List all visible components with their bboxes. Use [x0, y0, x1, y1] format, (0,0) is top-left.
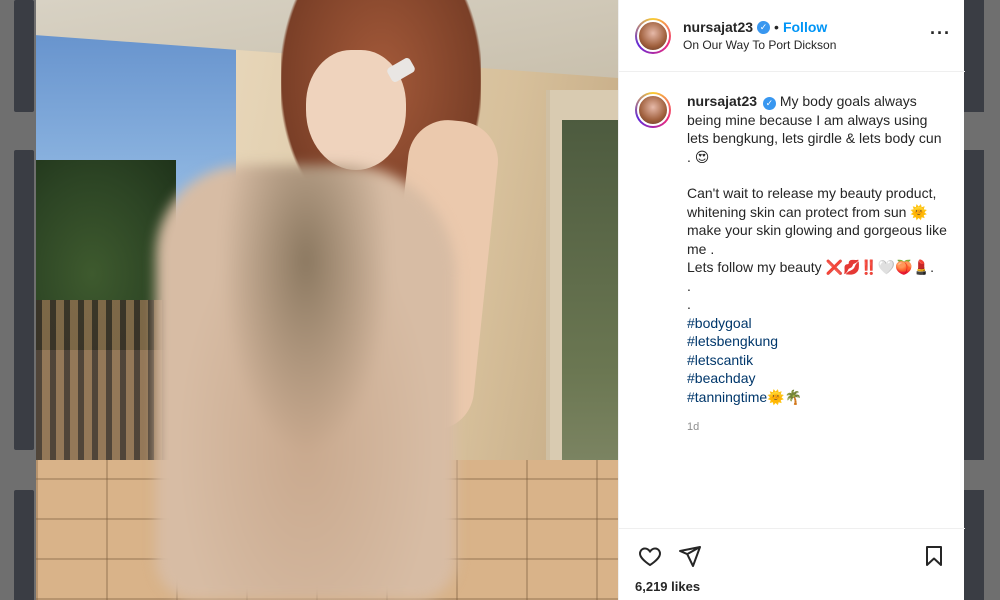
avatar-image — [637, 19, 669, 52]
caption-line: Lets follow my beauty ❌💋‼️🤍🍑💄. — [687, 259, 934, 275]
bookmark-icon[interactable] — [919, 541, 949, 571]
heart-icon[interactable] — [635, 541, 665, 571]
verified-badge-icon: ✓ — [762, 97, 776, 110]
background-thumbnail — [14, 150, 34, 450]
verified-badge-icon: ✓ — [757, 20, 771, 34]
post-photo[interactable] — [36, 0, 618, 600]
caption-comment: nursajat23 ✓ My body goals always being … — [635, 92, 953, 437]
username-link[interactable]: nursajat23 — [683, 19, 753, 35]
background-thumbnail — [14, 490, 34, 600]
hashtag-link[interactable]: #letscantik — [687, 351, 947, 370]
caption-gap — [687, 166, 947, 184]
avatar-image — [637, 94, 669, 126]
action-icon-row — [635, 541, 949, 571]
hashtag-link[interactable]: #tanningtime🌞🌴 — [687, 388, 947, 407]
avatar[interactable] — [635, 17, 671, 54]
background-thumbnail — [964, 150, 984, 460]
caption-dot: . — [687, 277, 691, 294]
username-link[interactable]: nursajat23 — [687, 93, 757, 109]
caption-paragraph-1: nursajat23 ✓ My body goals always being … — [687, 92, 947, 166]
post-actions: 6,219 likes — [619, 528, 965, 600]
more-options-icon[interactable]: ··· — [930, 24, 951, 42]
background-thumbnail — [964, 490, 984, 600]
caption-dot: . — [687, 296, 691, 312]
paper-plane-icon[interactable] — [675, 541, 705, 571]
header-text: nursajat23 ✓ • Follow On Our Way To Port… — [683, 19, 836, 52]
likes-count[interactable]: 6,219 likes — [635, 579, 949, 594]
caption-line: Can't wait to release my beauty product,… — [687, 185, 947, 257]
separator-dot: • — [774, 19, 779, 35]
background-thumbnail — [14, 0, 34, 112]
post-timestamp[interactable]: 1d — [687, 418, 947, 437]
header-row: nursajat23 ✓ • Follow — [683, 19, 836, 35]
hashtag-link[interactable]: #letsbengkung — [687, 332, 947, 351]
photo-censor-blur — [156, 165, 456, 600]
post-side-panel: nursajat23 ✓ • Follow On Our Way To Port… — [618, 0, 965, 600]
background-thumbnail — [964, 0, 984, 112]
hashtag-link[interactable]: #bodygoal — [687, 314, 947, 333]
location-link[interactable]: On Our Way To Port Dickson — [683, 38, 836, 52]
follow-button[interactable]: Follow — [783, 19, 827, 35]
caption-text: nursajat23 ✓ My body goals always being … — [687, 92, 947, 437]
avatar[interactable] — [635, 92, 671, 128]
hashtag-link[interactable]: #beachday — [687, 369, 947, 388]
post-header: nursajat23 ✓ • Follow On Our Way To Port… — [619, 0, 965, 72]
